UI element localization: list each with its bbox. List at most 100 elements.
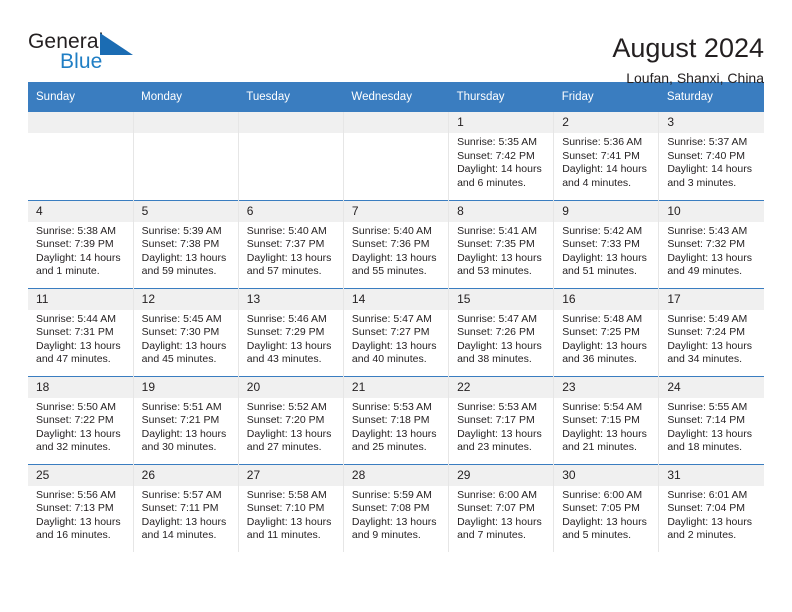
day-number: 31 [659, 464, 764, 486]
calendar-cell-empty [28, 112, 133, 200]
calendar-day-cell[interactable]: 28 Sunrise: 5:59 AM Sunset: 7:08 PM Dayligh… [342, 463, 449, 552]
calendar-day-cell[interactable]: 4 Sunrise: 5:38 AM Sunset: 7:39 PM Daylight… [28, 199, 134, 288]
calendar-week-row: 25 Sunrise: 5:56 AM Sunset: 7:13 PM Dayligh… [28, 463, 764, 552]
daylight-text-line2: and 7 minutes. [457, 529, 526, 542]
weekday-header-wednesday: Wednesday [343, 82, 449, 112]
daylight-text-line2: and 49 minutes. [667, 265, 743, 278]
daylight-text-line2: and 45 minutes. [141, 353, 217, 366]
calendar-day-cell[interactable]: 20 Sunrise: 5:52 AM Sunset: 7:20 PM Dayligh… [237, 375, 344, 464]
logo-triangle-icon [100, 33, 133, 55]
day-sun-info: Sunrise: 5:49 AM Sunset: 7:24 PM Daylight:… [659, 310, 764, 367]
day-number: 19 [133, 376, 238, 398]
daylight-text-line2: and 53 minutes. [457, 265, 532, 278]
day-sun-info: Sunrise: 5:48 AM Sunset: 7:25 PM Daylight:… [554, 310, 658, 367]
calendar-day-cell[interactable]: 8 Sunrise: 5:41 AM Sunset: 7:35 PM Daylight… [448, 199, 554, 288]
sunset-text: Sunset: 7:21 PM [141, 414, 220, 427]
calendar-day-cell[interactable]: 10 Sunrise: 5:43 AM Sunset: 7:32 PM Dayligh… [658, 199, 764, 288]
daylight-text-line1: Daylight: 13 hours [351, 339, 437, 352]
day-number: 17 [659, 288, 764, 310]
calendar-body: 1 Sunrise: 5:35 AM Sunset: 7:42 PM Daylight… [28, 112, 764, 552]
day-number: 21 [343, 376, 449, 398]
sunrise-text: Sunrise: 5:35 AM [457, 136, 538, 148]
sunset-text: Sunset: 7:20 PM [246, 414, 325, 427]
sunset-text: Sunset: 7:35 PM [457, 238, 535, 251]
sunrise-text: Sunrise: 6:00 AM [562, 488, 643, 501]
daylight-text-line2: and 36 minutes. [562, 353, 637, 366]
day-sun-info: Sunrise: 5:38 AM Sunset: 7:39 PM Daylight:… [28, 222, 133, 279]
calendar-day-cell[interactable]: 9 Sunrise: 5:42 AM Sunset: 7:33 PM Daylight… [553, 199, 659, 288]
calendar-day-cell[interactable]: 12 Sunrise: 5:45 AM Sunset: 7:30 PM Dayligh… [132, 287, 239, 376]
sunset-text: Sunset: 7:07 PM [457, 502, 535, 515]
daylight-text-line2: and 14 minutes. [141, 529, 217, 542]
daylight-text-line2: and 47 minutes. [36, 353, 111, 366]
day-sun-info: Sunrise: 5:41 AM Sunset: 7:35 PM Daylight:… [449, 222, 553, 279]
sunrise-text: Sunrise: 5:39 AM [141, 224, 222, 237]
calendar-day-cell[interactable]: 27 Sunrise: 5:58 AM Sunset: 7:10 PM Dayligh… [237, 463, 344, 552]
day-number: 16 [554, 288, 659, 310]
sunset-text: Sunset: 7:08 PM [351, 502, 430, 515]
calendar-day-cell[interactable]: 7 Sunrise: 5:40 AM Sunset: 7:36 PM Daylight… [342, 199, 449, 288]
daylight-text-line1: Daylight: 13 hours [667, 427, 752, 440]
calendar-week-row: 1 Sunrise: 5:35 AM Sunset: 7:42 PM Daylight… [28, 112, 764, 200]
sunrise-text: Sunrise: 5:47 AM [457, 312, 538, 325]
calendar-day-cell[interactable]: 2 Sunrise: 5:36 AM Sunset: 7:41 PM Daylight… [553, 112, 659, 200]
calendar-day-cell[interactable]: 13 Sunrise: 5:46 AM Sunset: 7:29 PM Dayligh… [237, 287, 344, 376]
daylight-text-line1: Daylight: 13 hours [562, 251, 647, 264]
calendar-day-cell[interactable]: 22 Sunrise: 5:53 AM Sunset: 7:17 PM Dayligh… [448, 375, 554, 464]
calendar-day-cell[interactable]: 5 Sunrise: 5:39 AM Sunset: 7:38 PM Daylight… [132, 199, 239, 288]
sunset-text: Sunset: 7:18 PM [351, 414, 430, 427]
calendar-day-cell[interactable]: 16 Sunrise: 5:48 AM Sunset: 7:25 PM Dayligh… [553, 287, 659, 376]
day-sun-info: Sunrise: 5:52 AM Sunset: 7:20 PM Daylight:… [239, 398, 343, 455]
sunrise-sunset-calendar: Sunday Monday Tuesday Wednesday Thursday… [28, 82, 764, 552]
calendar-day-cell[interactable]: 15 Sunrise: 5:47 AM Sunset: 7:26 PM Dayligh… [448, 287, 554, 376]
day-number: 18 [28, 376, 133, 398]
calendar-day-cell[interactable]: 1 Sunrise: 5:35 AM Sunset: 7:42 PM Daylight… [448, 112, 554, 200]
calendar-day-cell[interactable]: 14 Sunrise: 5:47 AM Sunset: 7:27 PM Dayligh… [342, 287, 449, 376]
calendar-week-row: 18 Sunrise: 5:50 AM Sunset: 7:22 PM Dayligh… [28, 375, 764, 464]
daylight-text-line1: Daylight: 13 hours [36, 515, 121, 528]
day-sun-info: Sunrise: 5:47 AM Sunset: 7:27 PM Daylight:… [344, 310, 448, 367]
day-sun-info: Sunrise: 5:39 AM Sunset: 7:38 PM Daylight:… [134, 222, 238, 279]
calendar-day-cell[interactable]: 29 Sunrise: 6:00 AM Sunset: 7:07 PM Dayligh… [448, 463, 554, 552]
daylight-text-line1: Daylight: 13 hours [667, 251, 752, 264]
daylight-text-line2: and 4 minutes. [562, 176, 632, 189]
sunrise-text: Sunrise: 5:54 AM [562, 400, 643, 413]
sunrise-text: Sunrise: 5:50 AM [36, 400, 116, 413]
calendar-day-cell[interactable]: 6 Sunrise: 5:40 AM Sunset: 7:37 PM Daylight… [237, 199, 344, 288]
sunrise-text: Sunrise: 5:36 AM [562, 136, 643, 148]
daylight-text-line1: Daylight: 13 hours [141, 515, 227, 528]
day-number: 2 [554, 112, 659, 133]
day-number: 11 [28, 288, 133, 310]
calendar-day-cell[interactable]: 30 Sunrise: 6:00 AM Sunset: 7:05 PM Dayligh… [553, 463, 659, 552]
calendar-day-cell[interactable]: 17 Sunrise: 5:49 AM Sunset: 7:24 PM Dayligh… [658, 287, 764, 376]
day-sun-info: Sunrise: 5:47 AM Sunset: 7:26 PM Daylight:… [449, 310, 553, 367]
sunrise-text: Sunrise: 5:58 AM [246, 488, 327, 501]
day-number: 20 [238, 376, 343, 398]
calendar-day-cell[interactable]: 26 Sunrise: 5:57 AM Sunset: 7:11 PM Dayligh… [132, 463, 239, 552]
daylight-text-line2: and 25 minutes. [351, 441, 427, 454]
calendar-day-cell[interactable]: 11 Sunrise: 5:44 AM Sunset: 7:31 PM Dayligh… [28, 287, 134, 376]
daylight-text-line1: Daylight: 13 hours [457, 251, 542, 264]
calendar-cell-empty [132, 112, 239, 200]
calendar-day-cell[interactable]: 25 Sunrise: 5:56 AM Sunset: 7:13 PM Dayligh… [28, 463, 134, 552]
general-blue-logo[interactable]: General Blue [28, 30, 140, 76]
sunset-text: Sunset: 7:10 PM [246, 502, 325, 515]
daylight-text-line2: and 2 minutes. [667, 529, 737, 542]
sunrise-text: Sunrise: 5:52 AM [246, 400, 327, 413]
day-number: 15 [449, 288, 554, 310]
daylight-text-line1: Daylight: 13 hours [141, 427, 227, 440]
day-number: 12 [133, 288, 238, 310]
calendar-day-cell[interactable]: 3 Sunrise: 5:37 AM Sunset: 7:40 PM Daylight… [658, 112, 764, 200]
calendar-day-cell[interactable]: 21 Sunrise: 5:53 AM Sunset: 7:18 PM Dayligh… [342, 375, 449, 464]
daylight-text-line2: and 38 minutes. [457, 353, 532, 366]
sunrise-text: Sunrise: 5:57 AM [141, 488, 222, 501]
sunrise-text: Sunrise: 5:56 AM [36, 488, 116, 501]
calendar-day-cell[interactable]: 23 Sunrise: 5:54 AM Sunset: 7:15 PM Dayligh… [553, 375, 659, 464]
sunrise-text: Sunrise: 5:38 AM [36, 224, 116, 237]
day-sun-info: Sunrise: 5:35 AM Sunset: 7:42 PM Daylight:… [449, 133, 553, 190]
calendar-day-cell[interactable]: 18 Sunrise: 5:50 AM Sunset: 7:22 PM Dayligh… [28, 375, 134, 464]
calendar-day-cell[interactable]: 24 Sunrise: 5:55 AM Sunset: 7:14 PM Dayligh… [658, 375, 764, 464]
calendar-day-cell[interactable]: 19 Sunrise: 5:51 AM Sunset: 7:21 PM Dayligh… [132, 375, 239, 464]
day-sun-info: Sunrise: 5:42 AM Sunset: 7:33 PM Daylight:… [554, 222, 658, 279]
calendar-day-cell[interactable]: 31 Sunrise: 6:01 AM Sunset: 7:04 PM Dayligh… [658, 463, 764, 552]
